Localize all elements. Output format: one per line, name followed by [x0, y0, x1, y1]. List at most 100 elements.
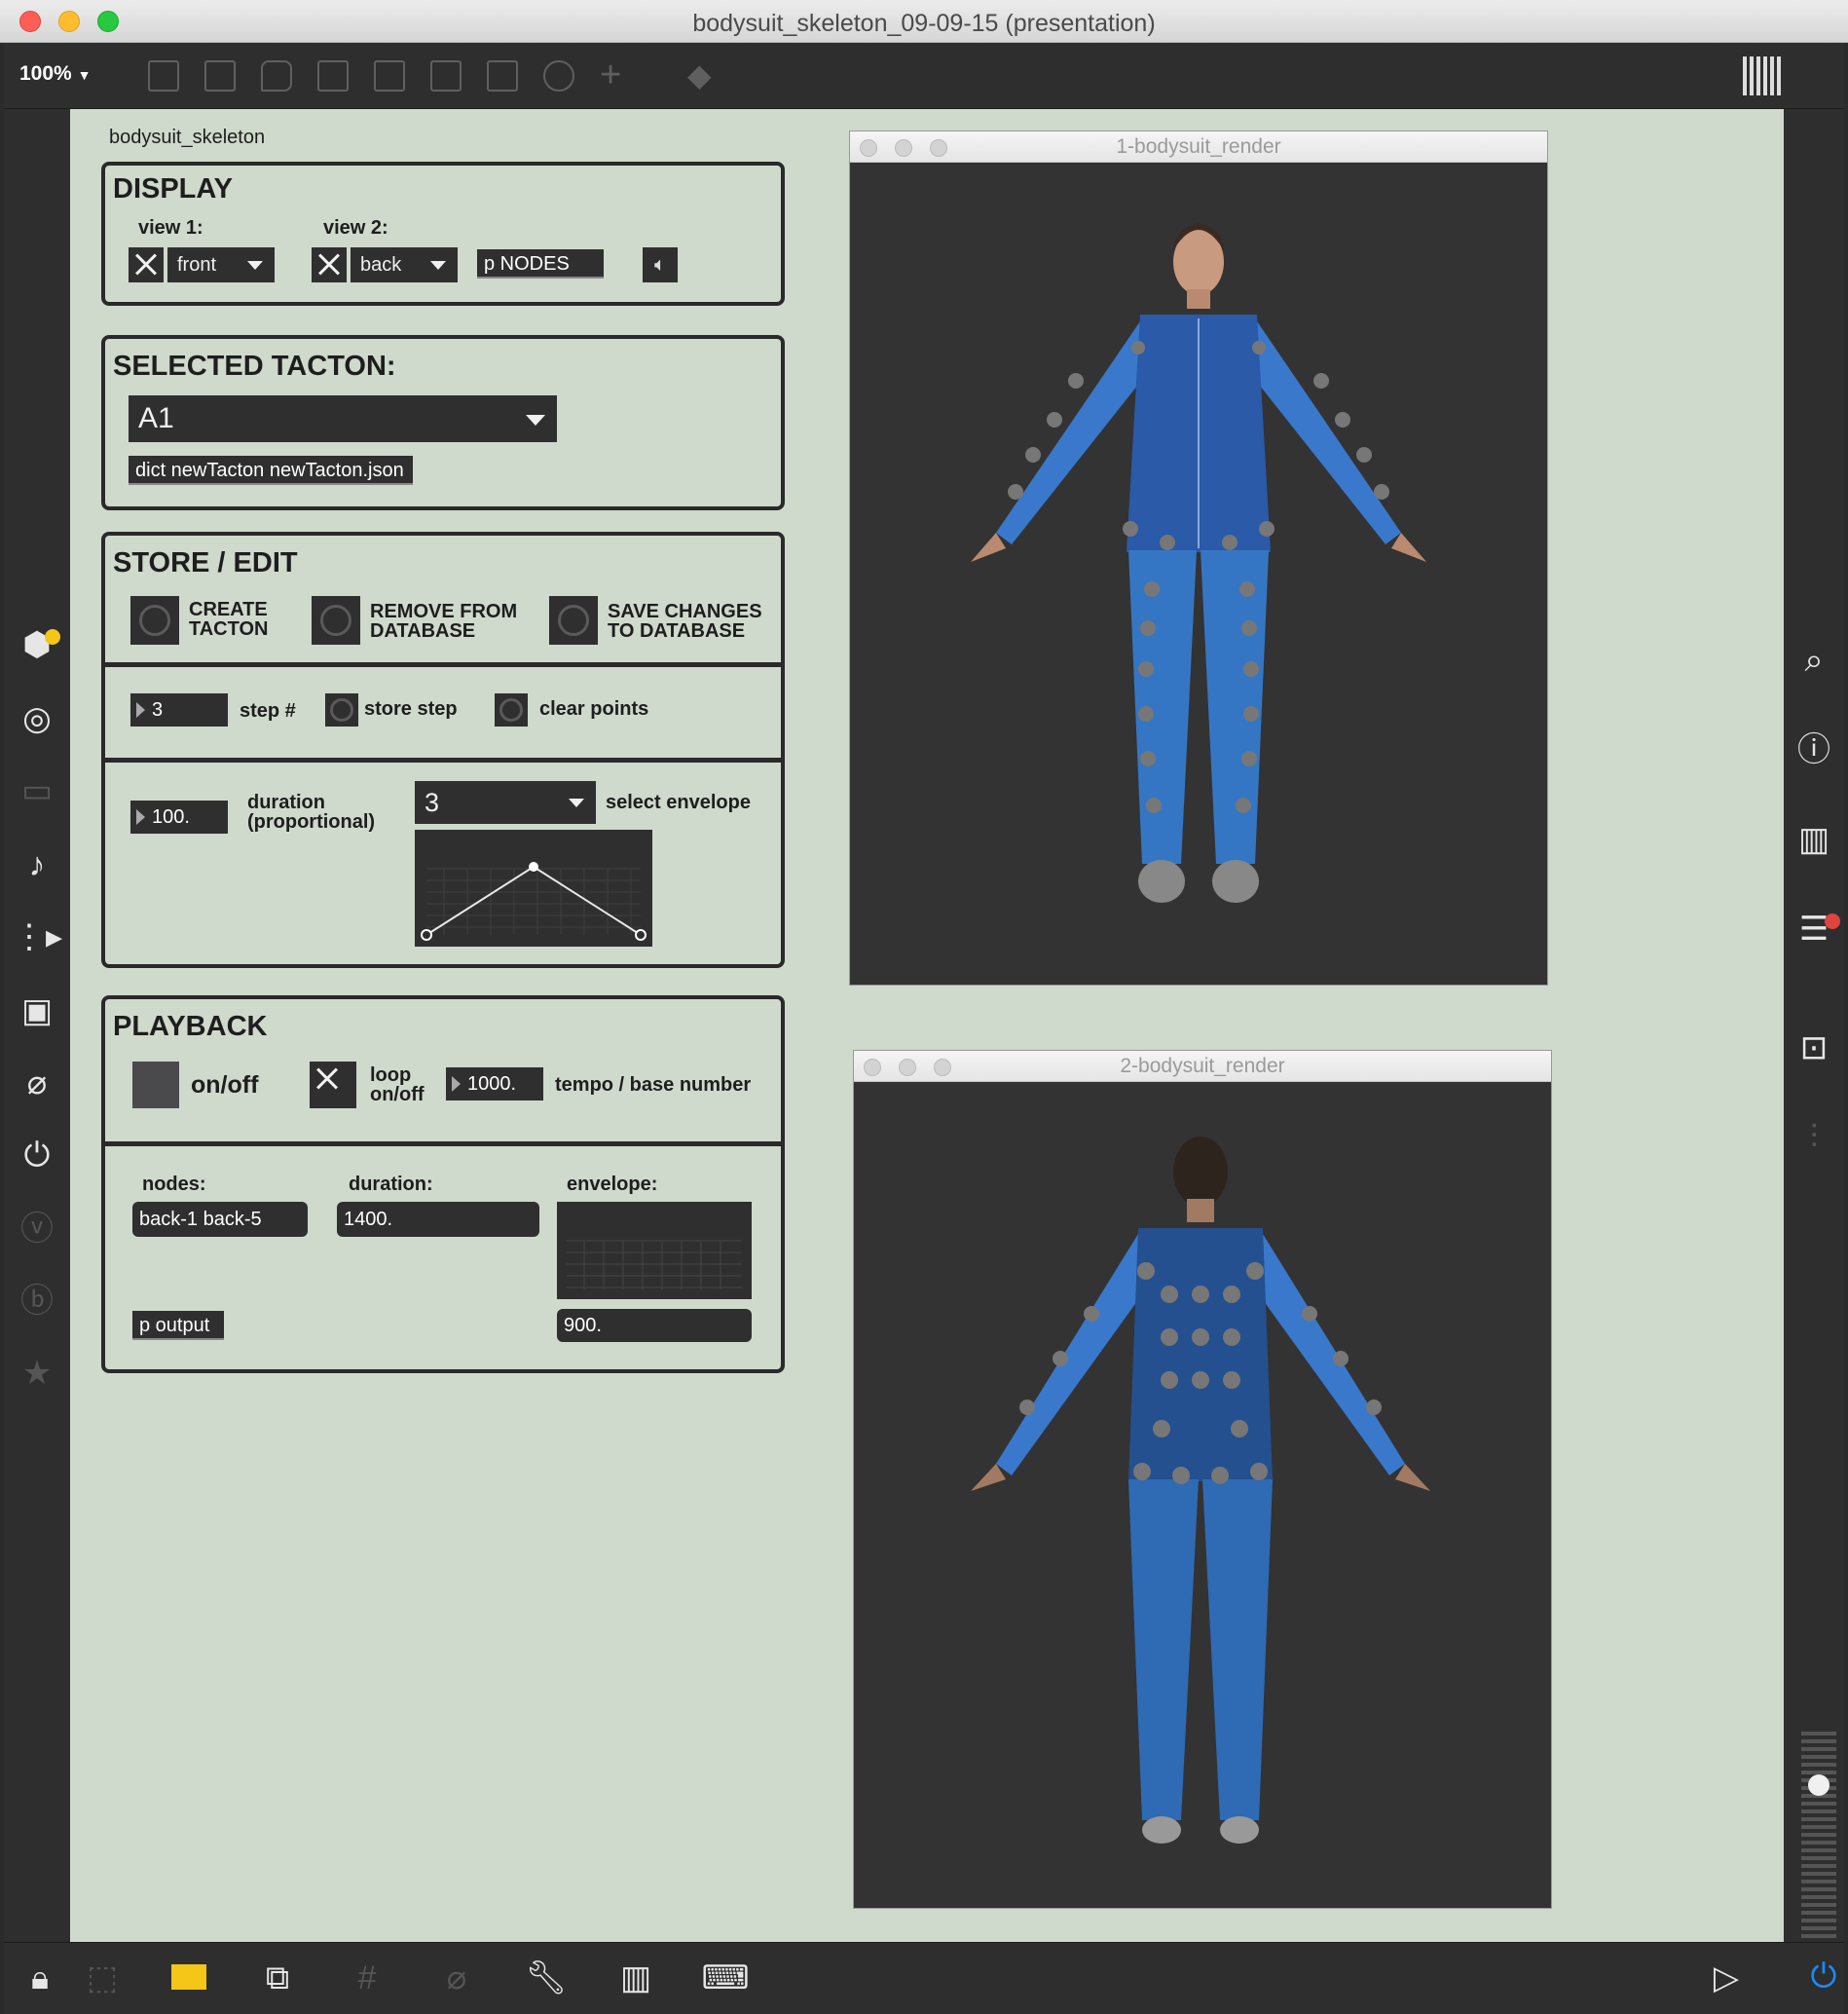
grid-icon[interactable] [1743, 56, 1782, 95]
camera-icon[interactable]: ⊡ [1790, 1028, 1838, 1067]
render-window-2-titlebar[interactable]: 2-bodysuit_render [854, 1051, 1551, 1082]
store-heading: STORE / EDIT [113, 547, 298, 578]
save-changes-button[interactable] [549, 596, 598, 645]
b-icon[interactable]: ⓑ [13, 1282, 61, 1321]
view1-toggle[interactable] [129, 247, 164, 282]
nodes-label: nodes: [142, 1174, 206, 1195]
store-edit-panel: STORE / EDIT CREATE TACTON REMOVE FROM D… [101, 532, 785, 968]
mixer-icon[interactable]: ⫶ [1790, 1118, 1838, 1157]
view1-menu[interactable]: front [167, 247, 275, 282]
loop-label-1: loop [370, 1064, 412, 1086]
tempo-label: tempo / base number [555, 1074, 752, 1096]
view2-toggle[interactable] [312, 247, 347, 282]
info-icon[interactable]: ⓘ [1790, 730, 1838, 769]
keyboard-icon[interactable]: ⌨ [701, 1958, 750, 1997]
render-window-1-title: 1-bodysuit_render [1116, 135, 1281, 158]
comment-icon[interactable] [261, 60, 292, 92]
star-icon[interactable]: ★ [13, 1354, 61, 1393]
clear-points-button[interactable] [495, 693, 528, 727]
select-icon[interactable]: ⬚ [78, 1958, 127, 1997]
right-sidebar: ⌕ ⓘ ▥ ☰ ⊡ ⫶ [1784, 109, 1844, 1942]
wrench-icon[interactable]: 🔧︎ [522, 1958, 571, 1997]
newobject-icon[interactable] [148, 60, 179, 92]
tacton-menu[interactable]: A1 [129, 395, 557, 442]
presentation-icon[interactable]: ▭ [13, 771, 61, 810]
v-icon[interactable]: ⓥ [13, 1210, 61, 1249]
slider-icon[interactable] [487, 60, 518, 92]
envelope-point[interactable] [529, 862, 538, 872]
plus-icon[interactable]: + [600, 55, 621, 96]
duration-number-box[interactable]: 100. [130, 801, 228, 834]
step-label: step # [240, 700, 296, 722]
avatar-right-shoe [1212, 860, 1259, 903]
music-note-icon[interactable]: ♪ [13, 845, 61, 884]
chevron-down-icon: ▼ [77, 67, 92, 83]
sequence-icon[interactable]: ⋮▸⋮ [13, 917, 95, 956]
remove-from-database-button[interactable] [312, 596, 360, 645]
view2-menu-value: back [360, 254, 402, 276]
paint-bucket-icon[interactable]: ◆ [687, 56, 712, 93]
view1-menu-value: front [177, 254, 217, 276]
message-icon[interactable] [204, 60, 236, 92]
bottom-toolbar: 🔒︎ ⬚ ⧉ # ⌀ 🔧︎ ▥ ⌨ ▷ ⏻ [4, 1942, 1844, 2014]
grid-snap-icon[interactable]: # [343, 1958, 391, 1997]
envelope-editor[interactable] [415, 830, 652, 947]
store-step-label: store step [364, 698, 458, 720]
number-icon[interactable] [430, 60, 462, 92]
envelope-background [415, 830, 652, 947]
duration-display: 1400. [337, 1202, 539, 1237]
display-panel: DISPLAY view 1: view 2: front back p NOD… [101, 162, 785, 306]
loop-toggle[interactable] [310, 1062, 356, 1108]
caret-down-icon [526, 415, 545, 426]
plug-icon[interactable]: ⏻ [13, 1136, 61, 1175]
play-circle-icon[interactable]: ▷ [1702, 1958, 1751, 1997]
render-window-1[interactable]: 1-bodysuit_render [849, 131, 1548, 986]
select-envelope-label: select envelope [606, 792, 751, 813]
lock-icon[interactable]: 🔒︎ [16, 1958, 64, 1997]
patcher-name: bodysuit_skeleton [109, 127, 266, 148]
tempo-number-box[interactable]: 1000. [446, 1067, 543, 1100]
envelope-value-display: 900. [557, 1309, 752, 1342]
patcher-toolbar: 100% ▼ + ◆ [4, 43, 1844, 109]
image-icon[interactable]: ▣ [13, 991, 61, 1030]
envelope-preview [557, 1202, 752, 1299]
view2-menu[interactable]: back [351, 247, 458, 282]
zoom-level[interactable]: 100% ▼ [19, 62, 91, 86]
volume-meter[interactable] [1801, 1730, 1836, 1938]
dial-icon[interactable] [543, 60, 574, 92]
create-tacton-button[interactable] [130, 596, 179, 645]
volume-slider-handle[interactable] [1808, 1774, 1830, 1796]
step-number-box[interactable]: 3 [130, 693, 228, 727]
render-window-1-titlebar[interactable]: 1-bodysuit_render [850, 131, 1547, 163]
selected-tacton-panel: SELECTED TACTON: A1 dict newTacton newTa… [101, 335, 785, 510]
bodysuit-front-view [850, 163, 1547, 985]
envelope-point[interactable] [635, 929, 647, 941]
toggle-icon[interactable] [317, 60, 349, 92]
target-icon[interactable]: ◎ [13, 699, 61, 738]
render-window-2[interactable]: 2-bodysuit_render [853, 1050, 1552, 1909]
power-icon[interactable]: ⏻ [1799, 1957, 1848, 1995]
speaker-icon[interactable]: 🔈︎ [643, 247, 678, 282]
store-step-button[interactable] [325, 693, 358, 727]
envelope-display-label: envelope: [567, 1174, 658, 1195]
play-onoff-toggle[interactable] [132, 1062, 179, 1108]
duration-label-1: duration [247, 792, 325, 813]
search-icon[interactable]: ⌕ [1790, 641, 1838, 680]
p-output-message[interactable]: p output [132, 1311, 224, 1340]
presentation-mode-icon[interactable] [171, 1964, 206, 1990]
p-nodes-message[interactable]: p NODES [477, 249, 604, 279]
piano-icon[interactable]: ▥ [611, 1958, 660, 1997]
create-label-1: CREATE [189, 599, 268, 620]
clip-icon[interactable]: ⌀ [432, 1958, 481, 1997]
duration-label-2: (proportional) [247, 811, 376, 833]
envelope-point[interactable] [421, 929, 432, 941]
save-label-2: TO DATABASE [608, 620, 746, 642]
book-icon[interactable]: ▥ [1790, 820, 1838, 859]
divider [105, 662, 781, 667]
windows-icon[interactable]: ⧉ [253, 1958, 302, 1997]
envelope-menu[interactable]: 3 [415, 781, 596, 824]
clear-points-label: clear points [539, 698, 649, 720]
paperclip-icon[interactable]: ⌀ [13, 1063, 61, 1102]
button-icon[interactable] [374, 60, 405, 92]
dict-message[interactable]: dict newTacton newTacton.json [129, 456, 413, 485]
